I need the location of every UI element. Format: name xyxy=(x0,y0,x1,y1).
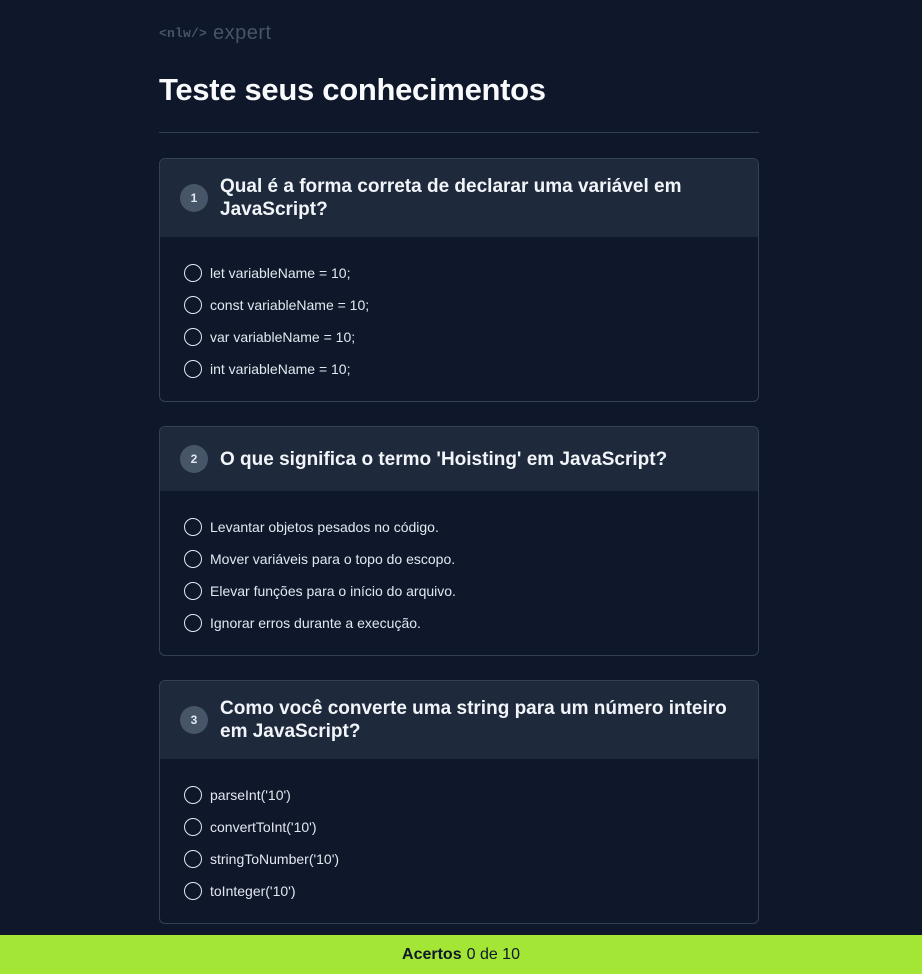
answer-label[interactable]: let variableName = 10; xyxy=(210,265,350,281)
answer-option[interactable]: var variableName = 10; xyxy=(184,321,734,353)
logo-expert: expert xyxy=(213,21,272,44)
answer-list: Levantar objetos pesados no código. Move… xyxy=(160,491,758,655)
answer-list: let variableName = 10; const variableNam… xyxy=(160,237,758,401)
answer-radio[interactable] xyxy=(184,850,202,868)
question-title: Qual é a forma correta de declarar uma v… xyxy=(220,176,682,220)
answer-option[interactable]: stringToNumber('10') xyxy=(184,843,734,875)
answer-label[interactable]: parseInt('10') xyxy=(210,787,291,803)
answer-option[interactable]: Ignorar erros durante a execução. xyxy=(184,607,734,639)
score-bar: Acertos 0 de 10 xyxy=(0,935,922,974)
logo-nlw: <nlw/> xyxy=(159,25,208,41)
question-number-badge: 3 xyxy=(180,706,208,734)
nlw-expert-logo: <nlw/> expert xyxy=(159,22,272,44)
question-header: 3 Como você converte uma string para um … xyxy=(160,681,758,759)
answer-label[interactable]: stringToNumber('10') xyxy=(210,851,339,867)
quiz-list: 1 Qual é a forma correta de declarar uma… xyxy=(159,158,759,968)
answer-option[interactable]: let variableName = 10; xyxy=(184,257,734,289)
answer-label[interactable]: convertToInt('10') xyxy=(210,819,317,835)
answer-label[interactable]: Levantar objetos pesados no código. xyxy=(210,519,439,535)
answer-option[interactable]: parseInt('10') xyxy=(184,779,734,811)
question-header: 1 Qual é a forma correta de declarar uma… xyxy=(160,159,758,237)
answer-label[interactable]: Mover variáveis para o topo do escopo. xyxy=(210,551,455,567)
answer-radio[interactable] xyxy=(184,786,202,804)
answer-label[interactable]: var variableName = 10; xyxy=(210,329,355,345)
question-card: 3 Como você converte uma string para um … xyxy=(159,680,759,924)
answer-radio[interactable] xyxy=(184,582,202,600)
answer-label[interactable]: toInteger('10') xyxy=(210,883,296,899)
answer-radio[interactable] xyxy=(184,518,202,536)
answer-option[interactable]: const variableName = 10; xyxy=(184,289,734,321)
answer-option[interactable]: Levantar objetos pesados no código. xyxy=(184,511,734,543)
answer-radio[interactable] xyxy=(184,550,202,568)
answer-option[interactable]: int variableName = 10; xyxy=(184,353,734,385)
question-title: O que significa o termo 'Hoisting' em Ja… xyxy=(220,448,668,470)
answer-option[interactable]: toInteger('10') xyxy=(184,875,734,907)
answer-radio[interactable] xyxy=(184,360,202,378)
question-number-badge: 1 xyxy=(180,184,208,212)
answer-radio[interactable] xyxy=(184,614,202,632)
answer-list: parseInt('10') convertToInt('10') string… xyxy=(160,759,758,923)
answer-radio[interactable] xyxy=(184,328,202,346)
score-label: Acertos xyxy=(402,945,462,963)
answer-radio[interactable] xyxy=(184,882,202,900)
answer-radio[interactable] xyxy=(184,264,202,282)
question-card: 2 O que significa o termo 'Hoisting' em … xyxy=(159,426,759,656)
page-title: Teste seus conhecimentos xyxy=(159,72,546,107)
answer-option[interactable]: Elevar funções para o início do arquivo. xyxy=(184,575,734,607)
answer-radio[interactable] xyxy=(184,818,202,836)
question-title: Como você converte uma string para um nú… xyxy=(220,698,727,742)
question-card: 1 Qual é a forma correta de declarar uma… xyxy=(159,158,759,402)
answer-label[interactable]: Ignorar erros durante a execução. xyxy=(210,615,421,631)
answer-option[interactable]: convertToInt('10') xyxy=(184,811,734,843)
answer-radio[interactable] xyxy=(184,296,202,314)
answer-label[interactable]: const variableName = 10; xyxy=(210,297,369,313)
answer-label[interactable]: int variableName = 10; xyxy=(210,361,350,377)
answer-label[interactable]: Elevar funções para o início do arquivo. xyxy=(210,583,456,599)
score-value: 0 de 10 xyxy=(466,945,520,963)
question-number-badge: 2 xyxy=(180,445,208,473)
answer-option[interactable]: Mover variáveis para o topo do escopo. xyxy=(184,543,734,575)
question-header: 2 O que significa o termo 'Hoisting' em … xyxy=(160,427,758,491)
divider xyxy=(159,132,759,133)
